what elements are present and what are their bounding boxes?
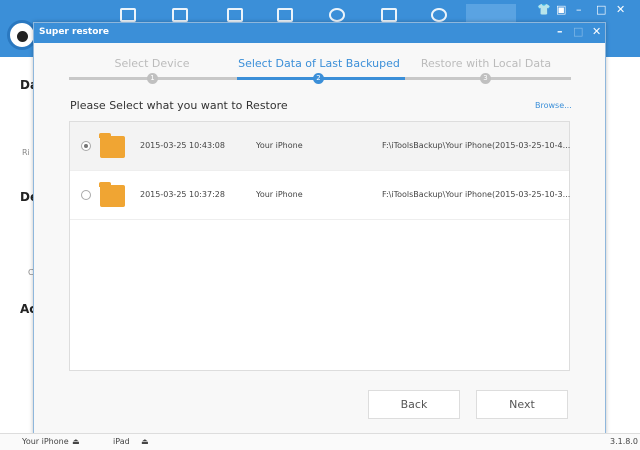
backup-device: Your iPhone	[256, 190, 303, 199]
backup-radio[interactable]	[81, 141, 91, 151]
step-dot-2: 2	[313, 73, 324, 84]
backup-date: 2015-03-25 10:37:28	[140, 190, 225, 199]
step-dot-3: 3	[480, 73, 491, 84]
minimize-icon[interactable]: –	[576, 3, 582, 16]
step-label-restore: Restore with Local Data	[420, 57, 552, 70]
dialog-close-icon[interactable]: ✕	[592, 23, 601, 41]
backup-device: Your iPhone	[256, 141, 303, 150]
dialog-maximize-icon: □	[573, 25, 584, 38]
backup-radio[interactable]	[81, 190, 91, 200]
eject-icon[interactable]: ⏏	[141, 437, 149, 446]
backup-path: F:\iToolsBackup\Your iPhone(2015-03-25-1…	[382, 141, 571, 150]
device-tab-ipad[interactable]: iPad	[113, 437, 130, 446]
instruction-text: Please Select what you want to Restore	[70, 99, 288, 112]
device-tab-iphone[interactable]: Your iPhone	[22, 437, 69, 446]
next-button[interactable]: Next	[476, 390, 568, 419]
nav-books-icon[interactable]	[381, 8, 397, 22]
backup-row[interactable]: 2015-03-25 10:37:28 Your iPhone F:\iTool…	[70, 171, 571, 220]
settings-icon[interactable]: ▣	[556, 3, 566, 16]
dialog-titlebar: Super restore – □ ✕	[34, 23, 605, 43]
dialog-minimize-icon[interactable]: –	[557, 23, 563, 41]
bg-fragment: Ri	[22, 148, 30, 157]
eject-icon[interactable]: ⏏	[72, 437, 80, 446]
nav-apps-icon[interactable]	[172, 8, 188, 22]
nav-device-icon[interactable]	[120, 8, 136, 22]
step-label-select-data: Select Data of Last Backuped	[238, 57, 400, 70]
maximize-icon[interactable]: □	[596, 3, 606, 16]
back-button[interactable]: Back	[368, 390, 460, 419]
nav-search-icon[interactable]	[431, 8, 447, 22]
step-dot-1: 1	[147, 73, 158, 84]
backup-folder-icon	[99, 182, 125, 207]
backup-date: 2015-03-25 10:43:08	[140, 141, 225, 150]
nav-video-icon[interactable]	[329, 8, 345, 22]
version-label: 3.1.8.0	[610, 437, 638, 446]
nav-photos-icon[interactable]	[277, 8, 293, 22]
backup-row[interactable]: 2015-03-25 10:43:08 Your iPhone F:\iTool…	[70, 122, 571, 171]
backup-path: F:\iToolsBackup\Your iPhone(2015-03-25-1…	[382, 190, 571, 199]
close-icon[interactable]: ✕	[616, 3, 625, 16]
status-bar: Your iPhone ⏏ iPad ⏏ 3.1.8.0	[0, 433, 640, 450]
dialog-title: Super restore	[39, 27, 109, 37]
browse-link[interactable]: Browse...	[535, 101, 572, 110]
skin-icon[interactable]: 👕	[537, 3, 551, 16]
super-restore-dialog: Super restore – □ ✕ Select Device Select…	[33, 22, 606, 435]
backup-list: 2015-03-25 10:43:08 Your iPhone F:\iTool…	[69, 121, 570, 371]
step-label-select-device: Select Device	[114, 57, 190, 70]
nav-music-icon[interactable]	[227, 8, 243, 22]
backup-folder-icon	[99, 133, 125, 158]
